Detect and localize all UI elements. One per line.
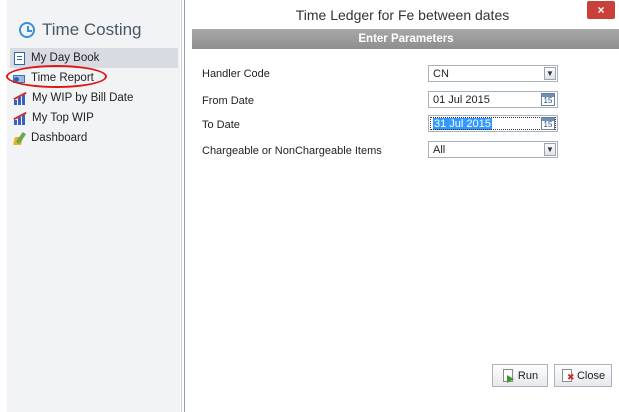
run-button-label: Run [517, 369, 539, 382]
sidebar-item-dashboard[interactable]: Dashboard [10, 128, 178, 148]
calendar-day: 15 [543, 96, 553, 105]
chevron-down-icon[interactable]: ▼ [544, 143, 556, 156]
section-header: Enter Parameters [192, 29, 619, 49]
close-icon: × [597, 3, 605, 17]
from-date-value: 01 Jul 2015 [433, 93, 490, 106]
handler-code-label: Handler Code [202, 68, 270, 80]
close-icon [561, 368, 575, 383]
chargeable-label: Chargeable or NonChargeable Items [202, 145, 382, 157]
dashboard-icon [13, 132, 27, 145]
bar-chart-icon [13, 111, 28, 125]
app-title: Time Costing [19, 20, 142, 40]
sidebar-item-my-wip-by-bill-date[interactable]: My WIP by Bill Date [10, 88, 178, 108]
sidebar-item-label: Time Report [31, 72, 94, 84]
sidebar-item-my-top-wip[interactable]: My Top WIP [10, 108, 178, 128]
from-date-field[interactable]: 01 Jul 2015 15 [428, 91, 558, 108]
calendar-day: 15 [543, 120, 553, 129]
book-icon [14, 51, 25, 65]
sidebar-item-time-report[interactable]: Time Report [10, 68, 178, 88]
calendar-icon[interactable]: 15 [541, 117, 555, 130]
bar-chart-icon [13, 91, 28, 105]
to-date-value: 31 Jul 2015 [433, 117, 492, 130]
run-button[interactable]: Run [492, 364, 548, 387]
sidebar-item-label: My Top WIP [32, 112, 94, 124]
sidebar-item-label: My WIP by Bill Date [32, 92, 134, 104]
handler-code-select[interactable]: CN ▼ [428, 65, 558, 82]
dialog-titlebar: Time Ledger for Fe between dates × [185, 0, 619, 28]
from-date-label: From Date [202, 95, 254, 107]
close-button[interactable]: Close [554, 364, 612, 387]
app-title-text: Time Costing [42, 20, 142, 39]
handler-code-value: CN [433, 67, 449, 80]
close-button-label: Close [576, 369, 606, 382]
run-icon [502, 368, 516, 383]
to-date-field[interactable]: 31 Jul 2015 15 [428, 115, 558, 132]
calendar-icon[interactable]: 15 [541, 93, 555, 106]
to-date-label: To Date [202, 119, 240, 131]
chargeable-value: All [433, 143, 446, 156]
close-window-button[interactable]: × [587, 1, 615, 19]
clock-icon [19, 22, 35, 38]
nav-list: My Day Book Time Report My WIP by Bill D… [10, 48, 178, 148]
dialog-title: Time Ledger for Fe between dates [295, 7, 510, 23]
parameters-dialog: Time Ledger for Fe between dates × Enter… [184, 0, 619, 412]
sidebar-item-label: My Day Book [31, 52, 100, 64]
chevron-down-icon[interactable]: ▼ [544, 67, 556, 80]
sidebar-item-label: Dashboard [31, 132, 88, 144]
chargeable-select[interactable]: All ▼ [428, 141, 558, 158]
sidebar-item-my-day-book[interactable]: My Day Book [10, 48, 178, 68]
navigation-sidebar: Time Costing My Day Book Time Report My … [0, 0, 182, 412]
report-icon [13, 74, 26, 83]
